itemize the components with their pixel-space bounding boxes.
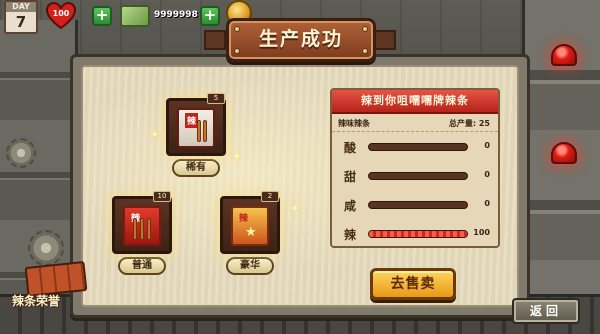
stat-bar bbox=[368, 201, 468, 209]
stat-bar bbox=[368, 230, 468, 238]
latiao-pack-icon: 辣 ★ bbox=[231, 206, 269, 246]
product-frame: 5 辣 bbox=[166, 93, 226, 156]
dialog-title-plate: 生产成功 bbox=[226, 18, 376, 62]
day-value: 7 bbox=[15, 13, 27, 31]
total-output: 总产量: 25 bbox=[448, 119, 490, 128]
title-ribbon-right bbox=[374, 30, 396, 50]
day-counter: DAY 7 bbox=[4, 0, 38, 34]
latiao-stick bbox=[147, 218, 151, 240]
sparkle-icon: ✦ bbox=[150, 128, 160, 141]
product-name: 稀有 bbox=[172, 159, 220, 177]
add-health-button[interactable]: + bbox=[92, 6, 112, 26]
rivet bbox=[234, 48, 240, 54]
brand-title: 辣到你咀嚅嚅牌辣条 bbox=[332, 90, 498, 114]
latiao-stick bbox=[197, 120, 201, 142]
product-name: 豪华 bbox=[226, 257, 274, 275]
health-value: 100 bbox=[52, 9, 70, 18]
rivet bbox=[362, 48, 368, 54]
cash-stack-icon bbox=[120, 5, 150, 27]
sparkle-icon: ✦ bbox=[290, 202, 300, 215]
stat-bar-fill bbox=[369, 231, 467, 237]
product-card-normal[interactable]: 10 辣 普通 bbox=[112, 191, 176, 275]
stat-row-sour: 酸 0 bbox=[332, 132, 498, 161]
stat-row-sweet: 甜 0 bbox=[332, 161, 498, 190]
latiao-stick bbox=[133, 218, 137, 240]
stat-value: 0 bbox=[484, 170, 490, 179]
dialog-title: 生产成功 bbox=[258, 28, 343, 50]
product-card-deluxe[interactable]: 2 辣 ★ 豪华 bbox=[220, 191, 284, 275]
product-name: 普通 bbox=[118, 257, 166, 275]
stat-value: 0 bbox=[484, 141, 490, 150]
go-sell-button[interactable]: 去售卖 bbox=[370, 268, 456, 300]
alarm-lamp-icon bbox=[551, 44, 577, 66]
pack-label: 辣 bbox=[239, 214, 249, 224]
stat-label: 酸 bbox=[344, 141, 357, 155]
product-stats-panel: 辣到你咀嚅嚅牌辣条 辣味辣条 总产量: 25 酸 0 甜 0 咸 0 辣 100 bbox=[330, 88, 500, 248]
gear-icon bbox=[6, 138, 36, 168]
honor-label: 辣条荣誉 bbox=[12, 294, 61, 308]
stat-row-salty: 咸 0 bbox=[332, 190, 498, 219]
gear-icon bbox=[28, 230, 64, 266]
right-machine bbox=[522, 0, 600, 334]
latiao-stick bbox=[203, 120, 207, 142]
latiao-stick bbox=[140, 218, 144, 240]
stat-label: 辣 bbox=[344, 228, 357, 242]
money-value: 9999998 bbox=[154, 10, 198, 20]
stat-bar bbox=[368, 143, 468, 151]
stat-value: 100 bbox=[473, 228, 490, 237]
alarm-lamp-icon bbox=[551, 142, 577, 164]
product-count-badge: 5 bbox=[207, 93, 225, 104]
day-label: DAY bbox=[6, 2, 36, 12]
rivet bbox=[362, 26, 368, 32]
plus-icon: + bbox=[95, 6, 109, 24]
stat-label: 甜 bbox=[344, 170, 357, 184]
latiao-pack-icon: 辣 bbox=[177, 108, 215, 148]
honor-button[interactable]: 辣条荣誉 bbox=[6, 260, 98, 322]
stats-subheader: 辣味辣条 总产量: 25 bbox=[332, 114, 498, 132]
stat-label: 咸 bbox=[344, 199, 357, 213]
product-card-rare[interactable]: 5 辣 稀有 bbox=[166, 93, 230, 177]
product-count-badge: 10 bbox=[153, 191, 171, 202]
rivet bbox=[234, 26, 240, 32]
product-frame: 2 辣 ★ bbox=[220, 191, 280, 254]
health-indicator: 100 bbox=[45, 1, 77, 30]
product-count-badge: 2 bbox=[261, 191, 279, 202]
stat-row-spicy: 辣 100 bbox=[332, 219, 498, 248]
title-ribbon-left bbox=[204, 30, 226, 50]
plus-icon: + bbox=[203, 6, 217, 24]
flavor-type: 辣味辣条 bbox=[338, 119, 370, 128]
product-frame: 10 辣 bbox=[112, 191, 172, 254]
latiao-pack-icon: 辣 bbox=[123, 206, 161, 246]
stat-value: 0 bbox=[484, 199, 490, 208]
sparkle-icon: ✦ bbox=[232, 150, 242, 163]
star-icon: ★ bbox=[245, 225, 257, 240]
stat-bar bbox=[368, 172, 468, 180]
add-money-button[interactable]: + bbox=[200, 6, 220, 26]
back-button[interactable]: 返回 bbox=[512, 298, 580, 324]
